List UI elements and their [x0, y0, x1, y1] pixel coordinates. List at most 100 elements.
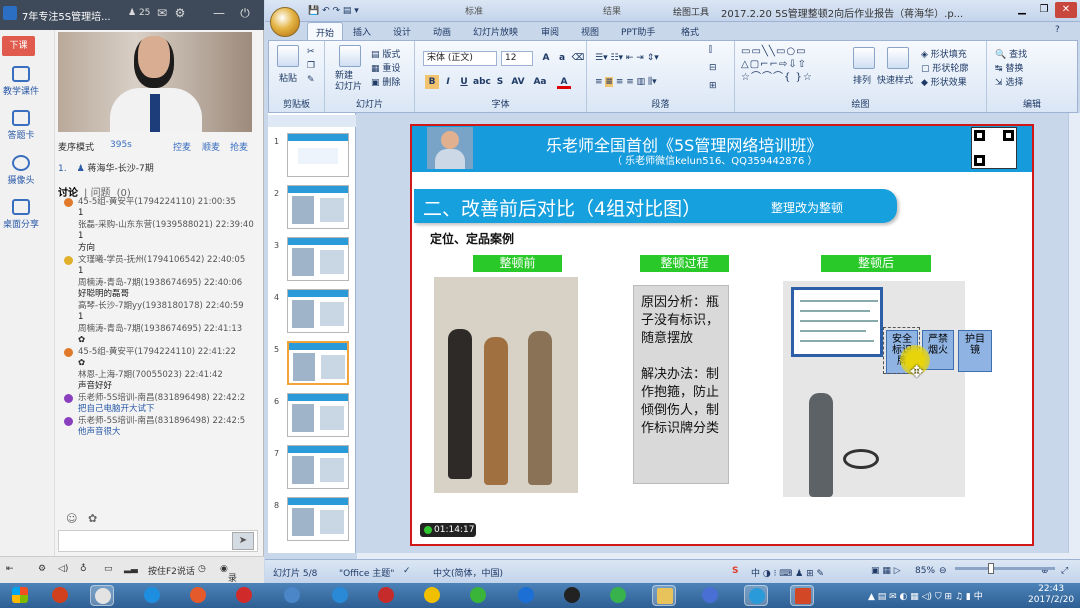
help-icon[interactable]: ?: [1055, 25, 1060, 35]
shape-fill-button[interactable]: ◈ 形状填充: [921, 47, 967, 60]
taskbar-explorer[interactable]: [652, 585, 676, 606]
rail-desktop-share[interactable]: 桌面分享: [0, 199, 42, 230]
bold-icon[interactable]: B: [425, 75, 439, 89]
taskbar-app-1[interactable]: [48, 585, 72, 606]
clear-format-icon[interactable]: ⌫: [571, 51, 585, 65]
change-case-icon[interactable]: Aa: [533, 75, 547, 89]
process-text-box[interactable]: 原因分析：瓶子没有标识，随意摆放 解决办法：制作抱箍，防止倾倒伤人，制作标识牌分…: [633, 285, 729, 484]
shrink-font-icon[interactable]: a: [555, 51, 569, 65]
send-button[interactable]: ➤: [232, 532, 254, 550]
taskbar-app-6[interactable]: [280, 585, 304, 606]
text-direction-icon[interactable]: ⫿: [709, 45, 712, 55]
paste-icon[interactable]: [277, 45, 299, 67]
quick-access-toolbar[interactable]: 💾 ↶ ↷ ▤ ▾: [308, 6, 359, 16]
window-minimize-button[interactable]: ▁: [1011, 2, 1033, 18]
reset-button[interactable]: ▦ 重设: [371, 61, 400, 74]
slide-thumbnail[interactable]: [287, 341, 349, 385]
power-icon[interactable]: ⏻: [238, 6, 252, 20]
spellcheck-icon[interactable]: ✓: [403, 566, 411, 576]
bullets-icon[interactable]: ☰▾ ☷▾ ⇤ ⇥ ⇕▾: [595, 53, 659, 63]
mode-link-control[interactable]: 控麦: [173, 140, 191, 153]
tab-design[interactable]: 设计: [393, 25, 411, 38]
settings-icon[interactable]: ⚙: [173, 6, 187, 20]
taskbar-qq[interactable]: [560, 585, 584, 606]
microphone-icon[interactable]: ♁: [80, 564, 87, 574]
taskbar-app-16[interactable]: [744, 585, 768, 606]
slide-thumbnail[interactable]: [287, 445, 349, 489]
tab-review[interactable]: 审阅: [541, 25, 559, 38]
tab-format[interactable]: 格式: [681, 25, 699, 38]
taskbar-powerpoint[interactable]: [790, 585, 814, 606]
taskbar-xiu[interactable]: [232, 585, 256, 606]
rail-camera[interactable]: 摄像头: [0, 155, 42, 186]
tab-ppt-helper[interactable]: PPT助手: [621, 25, 655, 38]
copy-icon[interactable]: ❐: [307, 61, 315, 71]
view-buttons[interactable]: ▣ ▦ ▷: [871, 566, 901, 576]
speaker-icon[interactable]: ◁): [58, 564, 68, 574]
underline-icon[interactable]: U: [457, 75, 471, 89]
settings-gear-icon[interactable]: ⚙: [38, 564, 46, 574]
chat-input[interactable]: [58, 530, 258, 552]
rail-courseware[interactable]: 教学课件: [0, 66, 42, 97]
goggles-tag[interactable]: 护目 镜: [958, 330, 992, 372]
shape-outline-button[interactable]: ▢ 形状轮廓: [921, 61, 968, 74]
emoji-icon[interactable]: ☺: [66, 512, 77, 525]
align-text-icon[interactable]: ⊟: [709, 63, 717, 73]
shapes-gallery[interactable]: ▭▭╲╲▭○▭ △▢⌐⌐⇨⇩⇧ ☆⌒⌒⌒{ }☆: [741, 45, 813, 84]
new-slide-icon[interactable]: [339, 45, 361, 67]
shadow-icon[interactable]: S: [493, 75, 507, 89]
delete-button[interactable]: ▣ 删除: [371, 75, 400, 88]
align-icons[interactable]: ≡ ≡ ≡ ≡ ▥ ⫼▾: [595, 77, 657, 87]
tab-view[interactable]: 视图: [581, 25, 599, 38]
font-color-icon[interactable]: A: [557, 75, 571, 89]
slide-thumbnail[interactable]: [287, 393, 349, 437]
taskbar-yy[interactable]: [420, 585, 444, 606]
taskbar-wechat[interactable]: [466, 585, 490, 606]
start-button[interactable]: [8, 585, 32, 606]
arrange-button[interactable]: 排列: [853, 73, 871, 86]
taskbar-ie[interactable]: [140, 585, 164, 606]
zoom-slider[interactable]: [955, 563, 1055, 574]
replace-button[interactable]: ↹ 替换: [995, 61, 1023, 74]
select-button[interactable]: ⇲ 选择: [995, 75, 1023, 88]
system-tray[interactable]: ▲ ▤ ✉ ◐ ▦ ◁) ⛉ ⊞ ♫ ▮ 中: [868, 589, 983, 602]
slide-thumbnail[interactable]: [287, 497, 349, 541]
slide-thumbnail[interactable]: [287, 185, 349, 229]
find-button[interactable]: 🔍 查找: [995, 47, 1027, 60]
window-close-button[interactable]: ✕: [1055, 2, 1077, 18]
record-button[interactable]: ◉ 录音: [220, 564, 237, 597]
minimize-icon[interactable]: —: [212, 6, 226, 20]
end-class-button[interactable]: 下课: [2, 36, 35, 56]
ime-toolbar[interactable]: 中 ◑ ⁝ ⌨ ♟ ⊞ ✎: [751, 566, 824, 579]
tab-home[interactable]: 开始: [307, 22, 344, 40]
rail-answer-card[interactable]: 答题卡: [0, 110, 42, 141]
window-restore-button[interactable]: ❐: [1033, 2, 1055, 18]
layout-button[interactable]: ▤ 版式: [371, 47, 400, 60]
italic-icon[interactable]: I: [441, 75, 455, 89]
fit-window-icon[interactable]: ⤢: [1061, 566, 1068, 576]
taskbar-media[interactable]: [186, 585, 210, 606]
quick-styles-icon[interactable]: [887, 47, 909, 69]
arrange-icon[interactable]: [853, 47, 875, 69]
cut-icon[interactable]: ✂: [307, 47, 315, 57]
format-painter-icon[interactable]: ✎: [307, 75, 315, 85]
taskbar-k[interactable]: [328, 585, 352, 606]
char-spacing-icon[interactable]: AV: [511, 75, 525, 89]
taskbar-app-ppt-live[interactable]: [90, 585, 114, 606]
quick-styles-button[interactable]: 快速样式: [877, 73, 913, 86]
exit-icon[interactable]: ⇤: [6, 564, 14, 574]
taskbar-app-15[interactable]: [698, 585, 722, 606]
slide-thumbnail[interactable]: [287, 133, 349, 177]
new-slide-button[interactable]: 新建 幻灯片: [335, 71, 362, 93]
taskbar-clock[interactable]: 22:43 2017/2/20: [1028, 584, 1074, 606]
tab-animation[interactable]: 动画: [433, 25, 451, 38]
strikethrough-icon[interactable]: abc: [473, 75, 491, 89]
vertical-scrollbar[interactable]: [1068, 113, 1080, 553]
zoom-out-icon[interactable]: ⊖: [939, 566, 947, 576]
sogou-ime-icon[interactable]: S: [732, 566, 738, 576]
tab-insert[interactable]: 插入: [353, 25, 371, 38]
mode-link-grab[interactable]: 抢麦: [230, 140, 248, 153]
smartart-icon[interactable]: ⊞: [709, 81, 717, 91]
pane-tabs[interactable]: [268, 115, 356, 127]
flower-icon[interactable]: ✿: [88, 512, 97, 525]
